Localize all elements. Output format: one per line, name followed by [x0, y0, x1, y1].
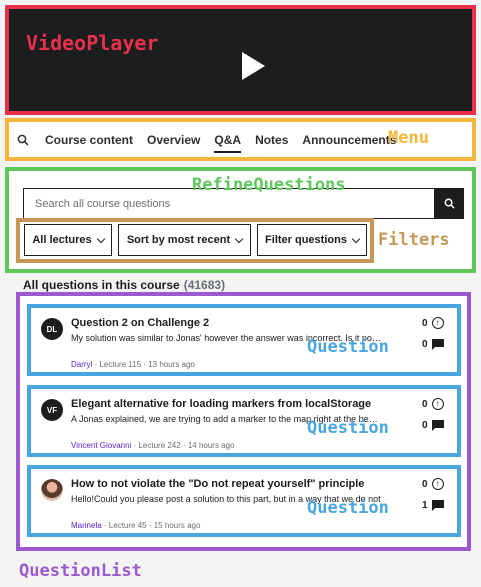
reply-count: 1 — [422, 500, 428, 511]
play-button[interactable] — [222, 35, 284, 97]
upvote-icon[interactable]: ↑ — [431, 398, 444, 410]
refine-questions-label: RefineQuestions — [192, 175, 346, 195]
menu-label: Menu — [388, 128, 429, 148]
question-title[interactable]: Question 2 on Challenge 2 — [71, 317, 401, 329]
tab-notes[interactable]: Notes — [255, 118, 288, 161]
menu-tabs: Course content Overview Q&A Notes Announ… — [17, 118, 410, 161]
question-annotation-label: Question — [307, 498, 389, 518]
question-author[interactable]: Darryl — [71, 360, 92, 369]
lectures-filter-button[interactable]: All lectures — [24, 224, 112, 256]
filter-questions-button[interactable]: Filter questions — [257, 224, 367, 256]
play-icon — [242, 52, 265, 80]
question-lecture: · Lecture 115 — [92, 360, 142, 369]
questions-header: All questions in this course (41683) — [23, 278, 225, 292]
upvote-icon[interactable]: ↑ — [431, 478, 444, 490]
tab-course-content[interactable]: Course content — [45, 118, 133, 161]
upvote-count: 0 — [422, 398, 428, 410]
reply-count: 0 — [422, 339, 428, 350]
question-annotation-label: Question — [307, 418, 389, 438]
question-time: · 13 hours ago — [141, 360, 195, 369]
reply-count: 0 — [422, 420, 428, 431]
chevron-down-icon — [351, 234, 361, 243]
question-item[interactable]: DL Question 2 on Challenge 2 My solution… — [27, 304, 461, 376]
chevron-down-icon — [96, 234, 105, 243]
question-meta: Darryl · Lecture 115 · 13 hours ago — [71, 360, 195, 369]
question-annotation-label: Question — [307, 337, 389, 357]
upvote-count: 0 — [422, 317, 428, 329]
question-meta: Vincent Giovanni · Lecture 242 · 14 hour… — [71, 441, 235, 450]
sort-label: Sort by most recent — [126, 234, 231, 246]
search-icon — [444, 198, 455, 209]
question-title[interactable]: How to not violate the "Do not repeat yo… — [71, 478, 401, 490]
question-lecture: · Lecture 242 — [131, 441, 181, 450]
question-item[interactable]: How to not violate the "Do not repeat yo… — [27, 465, 461, 537]
question-time: · 15 hours ago — [146, 521, 201, 530]
video-player[interactable]: VideoPlayer — [5, 5, 476, 115]
upvote-icon[interactable]: ↑ — [431, 317, 444, 329]
comment-icon — [431, 339, 444, 350]
video-player-label: VideoPlayer — [26, 31, 159, 55]
question-author[interactable]: Marinela — [71, 521, 102, 530]
filters-label: Filters — [378, 230, 450, 250]
comment-icon — [431, 500, 444, 511]
questions-count: (41683) — [183, 278, 226, 292]
upvote-count: 0 — [422, 478, 428, 490]
avatar: DL — [41, 318, 63, 340]
sort-button[interactable]: Sort by most recent — [118, 224, 251, 256]
upvote-group: 0 ↑ — [422, 398, 444, 410]
question-author[interactable]: Vincent Giovanni — [71, 441, 131, 450]
avatar — [41, 479, 63, 501]
question-time: · 14 hours ago — [180, 441, 235, 450]
reply-group: 0 — [422, 420, 444, 431]
search-icon[interactable] — [17, 134, 29, 146]
tab-overview[interactable]: Overview — [147, 118, 200, 161]
questions-header-title: All questions in this course — [23, 278, 180, 292]
reply-group: 1 — [422, 500, 444, 511]
comment-icon — [431, 420, 444, 431]
reply-group: 0 — [422, 339, 444, 350]
upvote-group: 0 ↑ — [422, 478, 444, 490]
avatar: VF — [41, 399, 63, 421]
tab-qa[interactable]: Q&A — [214, 118, 241, 161]
search-button[interactable] — [434, 188, 464, 219]
question-meta: Marinela · Lecture 45 · 15 hours ago — [71, 521, 200, 530]
question-list-label: QuestionList — [19, 561, 142, 581]
question-item[interactable]: VF Elegant alternative for loading marke… — [27, 385, 461, 457]
chevron-down-icon — [234, 234, 244, 243]
tab-announcements[interactable]: Announcements — [302, 118, 396, 161]
upvote-group: 0 ↑ — [422, 317, 444, 329]
lectures-filter-label: All lectures — [32, 234, 92, 246]
question-title[interactable]: Elegant alternative for loading markers … — [71, 398, 401, 410]
filter-questions-label: Filter questions — [265, 234, 347, 246]
question-lecture: · Lecture 45 — [101, 521, 147, 530]
